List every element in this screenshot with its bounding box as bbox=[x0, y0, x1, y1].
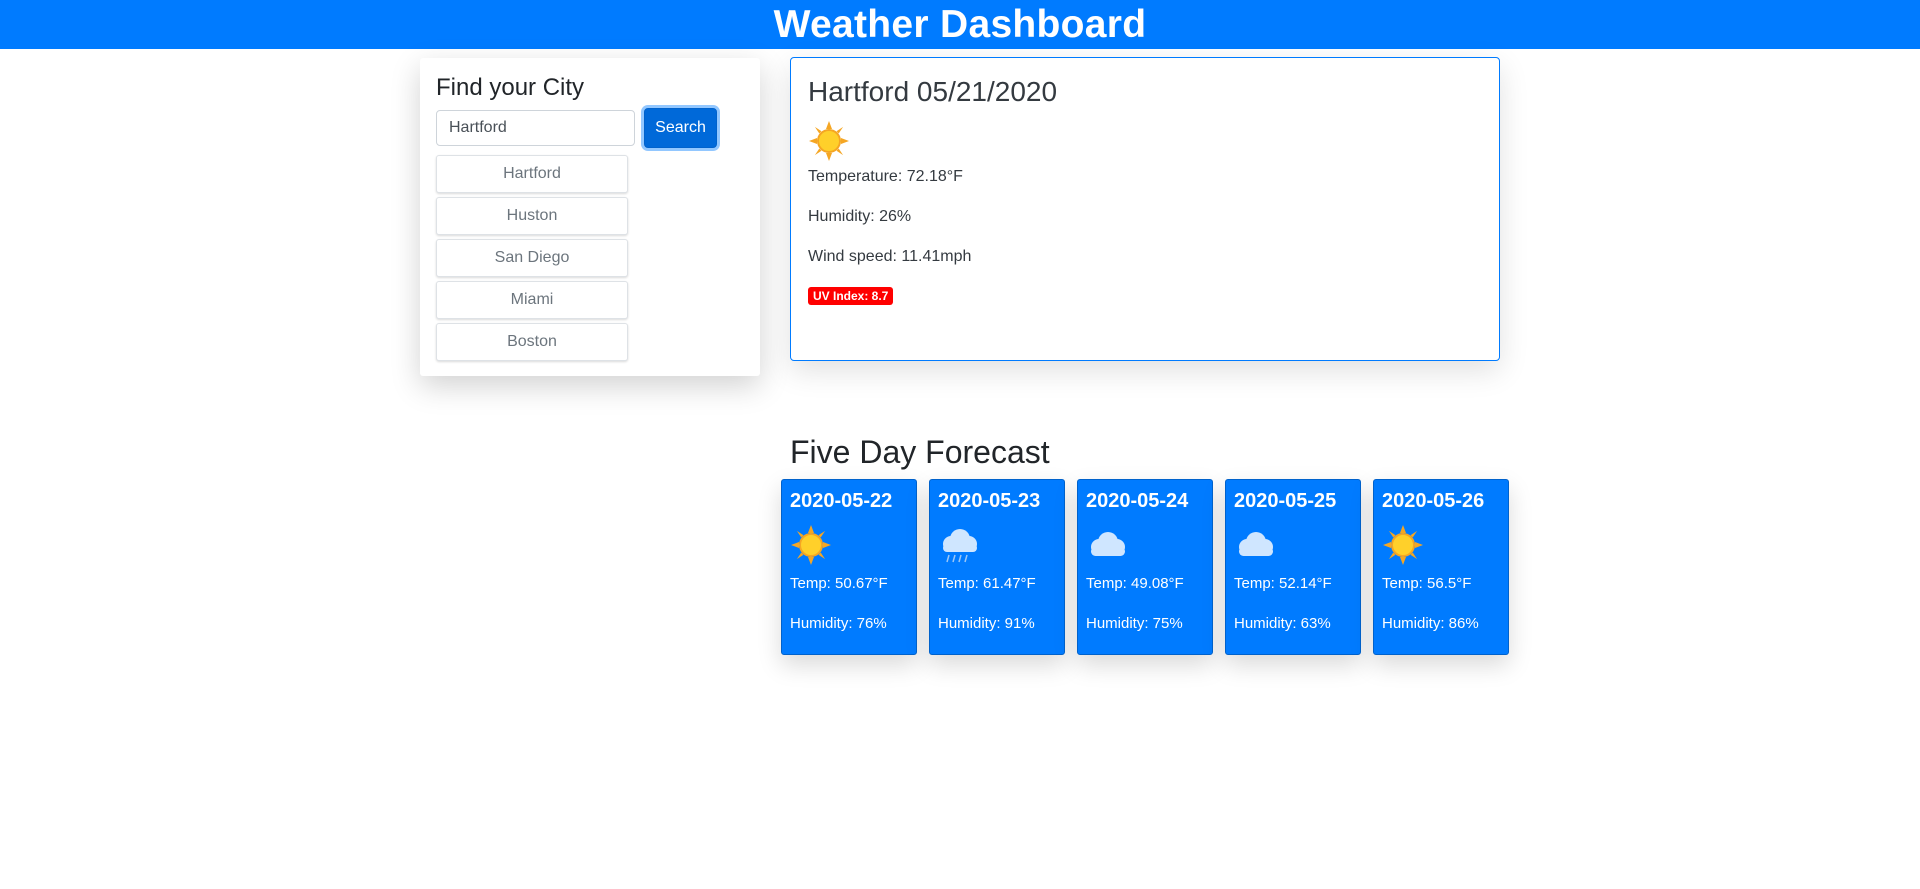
uv-index-badge: UV Index: 8.7 bbox=[808, 287, 894, 305]
sun-icon bbox=[791, 525, 831, 565]
current-wind-speed: Wind speed: 11.41mph bbox=[808, 248, 972, 265]
search-button[interactable]: Search bbox=[644, 108, 717, 148]
forecast-date: 2020-05-24 bbox=[1086, 490, 1189, 512]
history-item-miami[interactable]: Miami bbox=[436, 281, 628, 319]
forecast-temp: Temp: 52.14°F bbox=[1234, 575, 1332, 592]
current-city-date: Hartford 05/21/2020 bbox=[808, 76, 1058, 107]
current-temperature: Temperature: 72.18°F bbox=[808, 168, 963, 185]
forecast-card: 2020-05-24 Temp: 49.08°F Humidity: 75% bbox=[1077, 479, 1213, 655]
forecast-card: 2020-05-26 Temp: 56.5°F Humidity: 86% bbox=[1373, 479, 1509, 655]
forecast-humidity: Humidity: 75% bbox=[1086, 615, 1183, 632]
history-item-huston[interactable]: Huston bbox=[436, 197, 628, 235]
forecast-humidity: Humidity: 76% bbox=[790, 615, 887, 632]
forecast-date: 2020-05-26 bbox=[1382, 490, 1485, 512]
forecast-temp: Temp: 56.5°F bbox=[1382, 575, 1472, 592]
history-item-san-diego[interactable]: San Diego bbox=[436, 239, 628, 277]
cloud-icon bbox=[1091, 532, 1125, 556]
header-bar: Weather Dashboard bbox=[0, 0, 1920, 49]
forecast-date: 2020-05-23 bbox=[938, 490, 1041, 512]
forecast-temp: Temp: 50.67°F bbox=[790, 575, 888, 592]
current-weather-card: Hartford 05/21/2020 Temperature: 72.18°F… bbox=[790, 57, 1500, 361]
search-heading: Find your City bbox=[436, 74, 585, 101]
forecast-card: 2020-05-25 Temp: 52.14°F Humidity: 63% bbox=[1225, 479, 1361, 655]
cloud-icon bbox=[1239, 532, 1273, 556]
forecast-card: 2020-05-22 Temp: 50.67°F Humidity: 76% bbox=[781, 479, 917, 655]
sun-icon bbox=[809, 121, 849, 161]
forecast-temp: Temp: 49.08°F bbox=[1086, 575, 1184, 592]
sun-icon bbox=[1383, 525, 1423, 565]
history-item-hartford[interactable]: Hartford bbox=[436, 155, 628, 193]
forecast-date: 2020-05-25 bbox=[1234, 490, 1337, 512]
city-search-input[interactable] bbox=[436, 110, 635, 146]
forecast-humidity: Humidity: 91% bbox=[938, 615, 1035, 632]
history-item-boston[interactable]: Boston bbox=[436, 323, 628, 361]
forecast-humidity: Humidity: 86% bbox=[1382, 615, 1479, 632]
page-title: Weather Dashboard bbox=[773, 2, 1147, 46]
forecast-card: 2020-05-23 Temp: 61.47°F Humidity: 91% bbox=[929, 479, 1065, 655]
forecast-heading: Five Day Forecast bbox=[790, 434, 1050, 470]
rain-cloud-icon bbox=[943, 529, 977, 563]
forecast-temp: Temp: 61.47°F bbox=[938, 575, 1036, 592]
forecast-date: 2020-05-22 bbox=[790, 490, 893, 512]
forecast-humidity: Humidity: 63% bbox=[1234, 615, 1331, 632]
current-humidity: Humidity: 26% bbox=[808, 208, 912, 225]
